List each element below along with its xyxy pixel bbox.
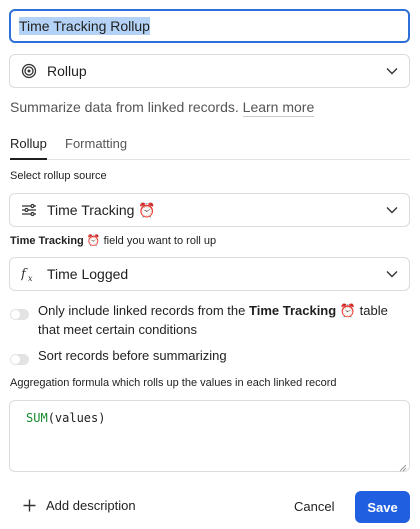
formula-function: SUM xyxy=(26,411,48,425)
conditions-toggle[interactable] xyxy=(10,309,29,320)
alarm-clock-emoji: ⏰ xyxy=(86,235,101,247)
field-type-label: Rollup xyxy=(47,63,87,79)
rollup-icon xyxy=(20,62,38,80)
chevron-down-icon xyxy=(385,64,399,78)
rollup-field-value: Time Logged xyxy=(47,266,129,282)
svg-text:x: x xyxy=(28,274,33,282)
rollup-source-select[interactable]: Time Tracking ⏰ xyxy=(9,193,410,227)
rollup-source-label: Select rollup source xyxy=(10,170,107,182)
aggregation-label: Aggregation formula which rolls up the v… xyxy=(10,377,337,389)
sort-toggle[interactable] xyxy=(10,354,29,365)
rollup-field-label: Time Tracking ⏰ field you want to roll u… xyxy=(10,235,217,247)
learn-more-link[interactable]: Learn more xyxy=(242,99,315,117)
svg-text:f: f xyxy=(21,267,28,282)
save-button[interactable]: Save xyxy=(355,491,410,523)
tab-formatting[interactable]: Formatting xyxy=(65,136,127,160)
conditions-label: Only include linked records from the Tim… xyxy=(38,303,388,337)
field-name-value: Time Tracking Rollup xyxy=(19,17,150,35)
field-name-input[interactable]: Time Tracking Rollup xyxy=(9,9,410,43)
cancel-button[interactable]: Cancel xyxy=(294,499,334,514)
config-tabs: Rollup Formatting xyxy=(10,136,410,160)
field-type-description: Summarize data from linked records. Lear… xyxy=(10,99,315,117)
field-type-select[interactable]: Rollup xyxy=(9,54,410,88)
conditions-option: Only include linked records from the Tim… xyxy=(10,301,408,339)
aggregation-formula-input[interactable]: SUM(values) xyxy=(9,400,410,472)
add-description-button[interactable]: Add description xyxy=(22,498,136,513)
formula-args: (values) xyxy=(47,411,106,425)
plus-icon xyxy=(22,499,36,513)
chevron-down-icon xyxy=(385,203,399,217)
sort-option: Sort records before summarizing xyxy=(10,346,408,365)
chevron-down-icon xyxy=(385,267,399,281)
alarm-clock-emoji: ⏰ xyxy=(138,201,156,218)
rollup-field-select[interactable]: fx Time Logged xyxy=(9,257,410,291)
description-text: Summarize data from linked records. xyxy=(10,99,239,115)
tab-rollup[interactable]: Rollup xyxy=(10,136,47,160)
linked-records-icon xyxy=(20,201,38,219)
add-description-label: Add description xyxy=(46,498,136,513)
rollup-source-value: Time Tracking ⏰ xyxy=(47,201,156,218)
alarm-clock-emoji: ⏰ xyxy=(339,303,356,318)
formula-fx-icon: fx xyxy=(20,265,38,283)
resize-handle-icon[interactable] xyxy=(399,461,407,472)
sort-label: Sort records before summarizing xyxy=(38,348,227,363)
